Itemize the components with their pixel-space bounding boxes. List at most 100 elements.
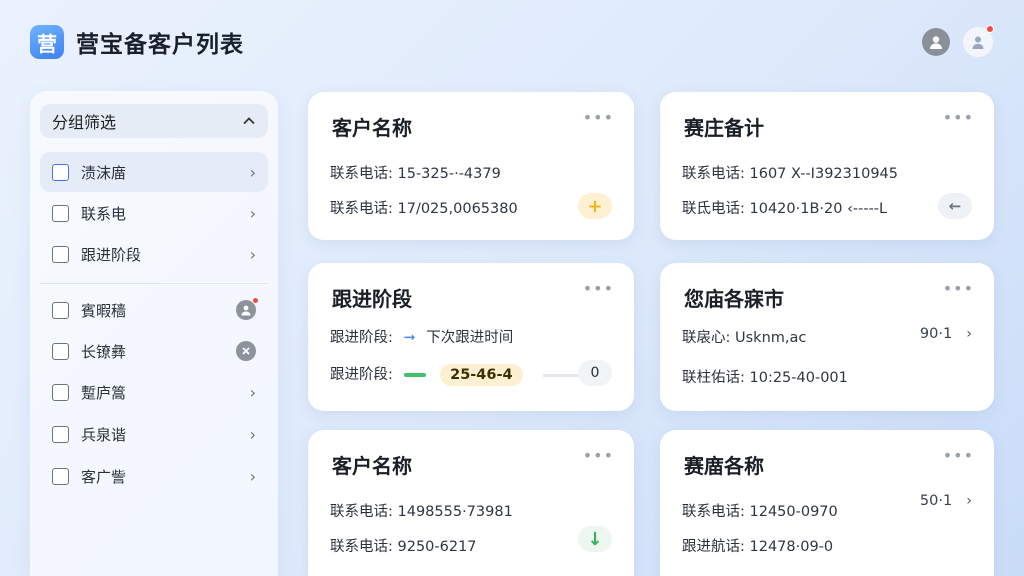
customer-card[interactable]: 客户名称 ••• 联系电话: 1498555·73981 联系电话: 9250-… [308,430,634,576]
header-actions [922,25,994,58]
field-label: 联扆心: [682,330,731,346]
filter-checkbox[interactable] [52,342,69,360]
page-title: 营宝备客户列表 [76,32,244,58]
filter-item-label: 客广訾 [81,467,127,486]
plus-icon[interactable]: + [578,193,612,219]
user-avatar-button[interactable] [922,28,950,56]
arrow-left-icon[interactable]: ← [938,193,972,219]
follow-up-card[interactable]: 跟进阶段 ••• 跟进阶段: ➞ 下次跟进时间 跟进阶段: 25-46-4 0 [308,263,634,411]
app-header: 营 营宝备客户列表 [30,24,244,60]
customer-card[interactable]: 赛庄备计 ••• 联系电话: 1607 X--I392310945 联氐电话: … [660,92,994,240]
filter-checkbox[interactable] [52,467,69,485]
more-options-icon[interactable]: ••• [583,108,614,127]
filter-item-label: 跟进阶段 [81,245,142,264]
card-title: 赛庿各称 [684,454,764,478]
filter-item-label: 賓暇穑 [81,301,127,320]
customer-card[interactable]: 您庙各寐市 ••• 联扆心: Usknm,ac 90·1 › 联柱佑话: 10:2… [660,263,994,411]
filter-checkbox[interactable] [52,204,69,222]
filter-item-label: 蹔庐篙 [81,383,127,402]
notification-dot [252,297,259,304]
count-value: 90·1 [919,326,953,342]
card-row: 联系电话: 1607 X--I392310945 [682,162,898,183]
filter-item-label: 兵泉谐 [81,425,127,444]
card-row: 联系电话: 15-325-·-4379 [330,162,501,183]
card-row: 联系电话: 1498555·73981 [330,500,513,521]
chevron-right-icon: › [249,466,256,486]
count-link[interactable]: 50·1 › [920,493,972,509]
filter-item-label: 联系电 [81,204,127,223]
chevron-right-icon: › [249,424,256,444]
card-title: 跟进阶段 [332,287,412,311]
customer-card[interactable]: 赛庿各称 ••• 联系电话: 12450-0970 50·1 › 跟进航话: 12… [660,430,994,576]
filter-checkbox[interactable] [52,301,69,319]
filter-item[interactable]: 跟进阶段 › [40,234,268,274]
phone-value: 1498555·73981 [397,504,513,520]
arrow-down-icon[interactable]: ↓ [578,526,612,552]
filter-checkbox[interactable] [52,163,69,181]
filter-item[interactable]: 联系电 › [40,193,268,233]
field-label: 跟进阶段: [330,367,393,383]
app-logo: 营 [30,25,64,59]
filter-item-label: 渍沫庿 [81,163,127,182]
count-value: 50·1 [919,493,953,509]
card-row: 跟进航话: 12478·09-0 [682,535,833,556]
contacts-notification-button[interactable] [962,25,994,58]
filter-checkbox[interactable] [52,245,69,263]
card-title: 客户名称 [332,116,412,140]
card-row: 联系电话: 17/025,0065380 [330,197,518,218]
phone-value: 12478·09-0 [749,539,834,555]
close-circle-icon[interactable] [236,341,256,361]
filter-checkbox[interactable] [52,425,69,443]
user-icon [930,36,942,49]
more-options-icon[interactable]: ••• [943,446,974,465]
card-title: 您庙各寐市 [684,287,784,311]
more-options-icon[interactable]: ••• [943,279,974,298]
chevron-right-icon: › [249,244,256,264]
card-title: 客户名称 [332,454,412,478]
more-options-icon[interactable]: ••• [943,108,974,127]
count-link[interactable]: 90·1 › [920,326,972,342]
filter-checkbox[interactable] [52,383,69,401]
chevron-right-icon: › [249,203,256,223]
filter-item[interactable]: 蹔庐篙 › [40,372,268,412]
next-follow-up-label: 下次跟进时间 [426,330,514,346]
chevron-right-icon: › [249,162,256,182]
field-label: 联系电话: [330,166,393,182]
field-label: 联系电话: [330,201,393,217]
more-options-icon[interactable]: ••• [583,279,614,298]
stage-tag: 25-46-4 [440,364,523,386]
filter-item[interactable]: 长镣彝 [40,331,268,371]
progress-bar [403,373,426,377]
sidebar-divider [40,283,268,284]
card-row: 联氐电话: 10420·1B·20 ‹---‑‑L [682,197,887,218]
phone-value: 10:25-40-001 [749,370,848,386]
filter-group-header[interactable]: 分组筛选 [40,104,268,138]
field-label: 联系电话: [682,504,745,520]
user-badge-icon [236,297,259,320]
card-row: 联柱佑话: 10:25-40-001 [682,366,848,387]
chevron-right-icon: › [966,326,972,342]
card-row: 联系电话: 9250-6217 [330,535,477,556]
more-options-icon[interactable]: ••• [583,446,614,465]
filter-item[interactable]: 兵泉谐 › [40,414,268,454]
field-label: 联氐电话: [682,201,745,217]
filter-item[interactable]: 渍沫庿 › [40,152,268,192]
filter-item[interactable]: 賓暇穑 [40,290,268,330]
customer-card[interactable]: 客户名称 ••• 联系电话: 15-325-·-4379 联系电话: 17/02… [308,92,634,240]
filter-item[interactable]: 客广訾 › [40,456,268,496]
filter-group-title: 分组筛选 [52,113,117,132]
field-label: 跟进航话: [682,539,745,555]
chevron-right-icon: › [966,493,972,509]
count-pill[interactable]: 0 [578,360,612,386]
field-label: 联柱佑话: [682,370,745,386]
field-label: 联系电话: [330,539,393,555]
chevron-up-icon [243,117,255,125]
arrow-right-icon: ➞ [403,330,416,346]
phone-value: 10420·1B·20 ‹---‑‑L [749,201,888,217]
field-label: 联系电话: [330,504,393,520]
field-label: 跟进阶段: [330,330,393,346]
card-row: 跟进阶段: ➞ 下次跟进时间 [330,326,513,347]
phone-value: 15-325-·-4379 [397,166,501,182]
card-row: 联扆心: Usknm,ac [682,326,806,347]
card-row: 跟进阶段: 25-46-4 [330,363,596,386]
